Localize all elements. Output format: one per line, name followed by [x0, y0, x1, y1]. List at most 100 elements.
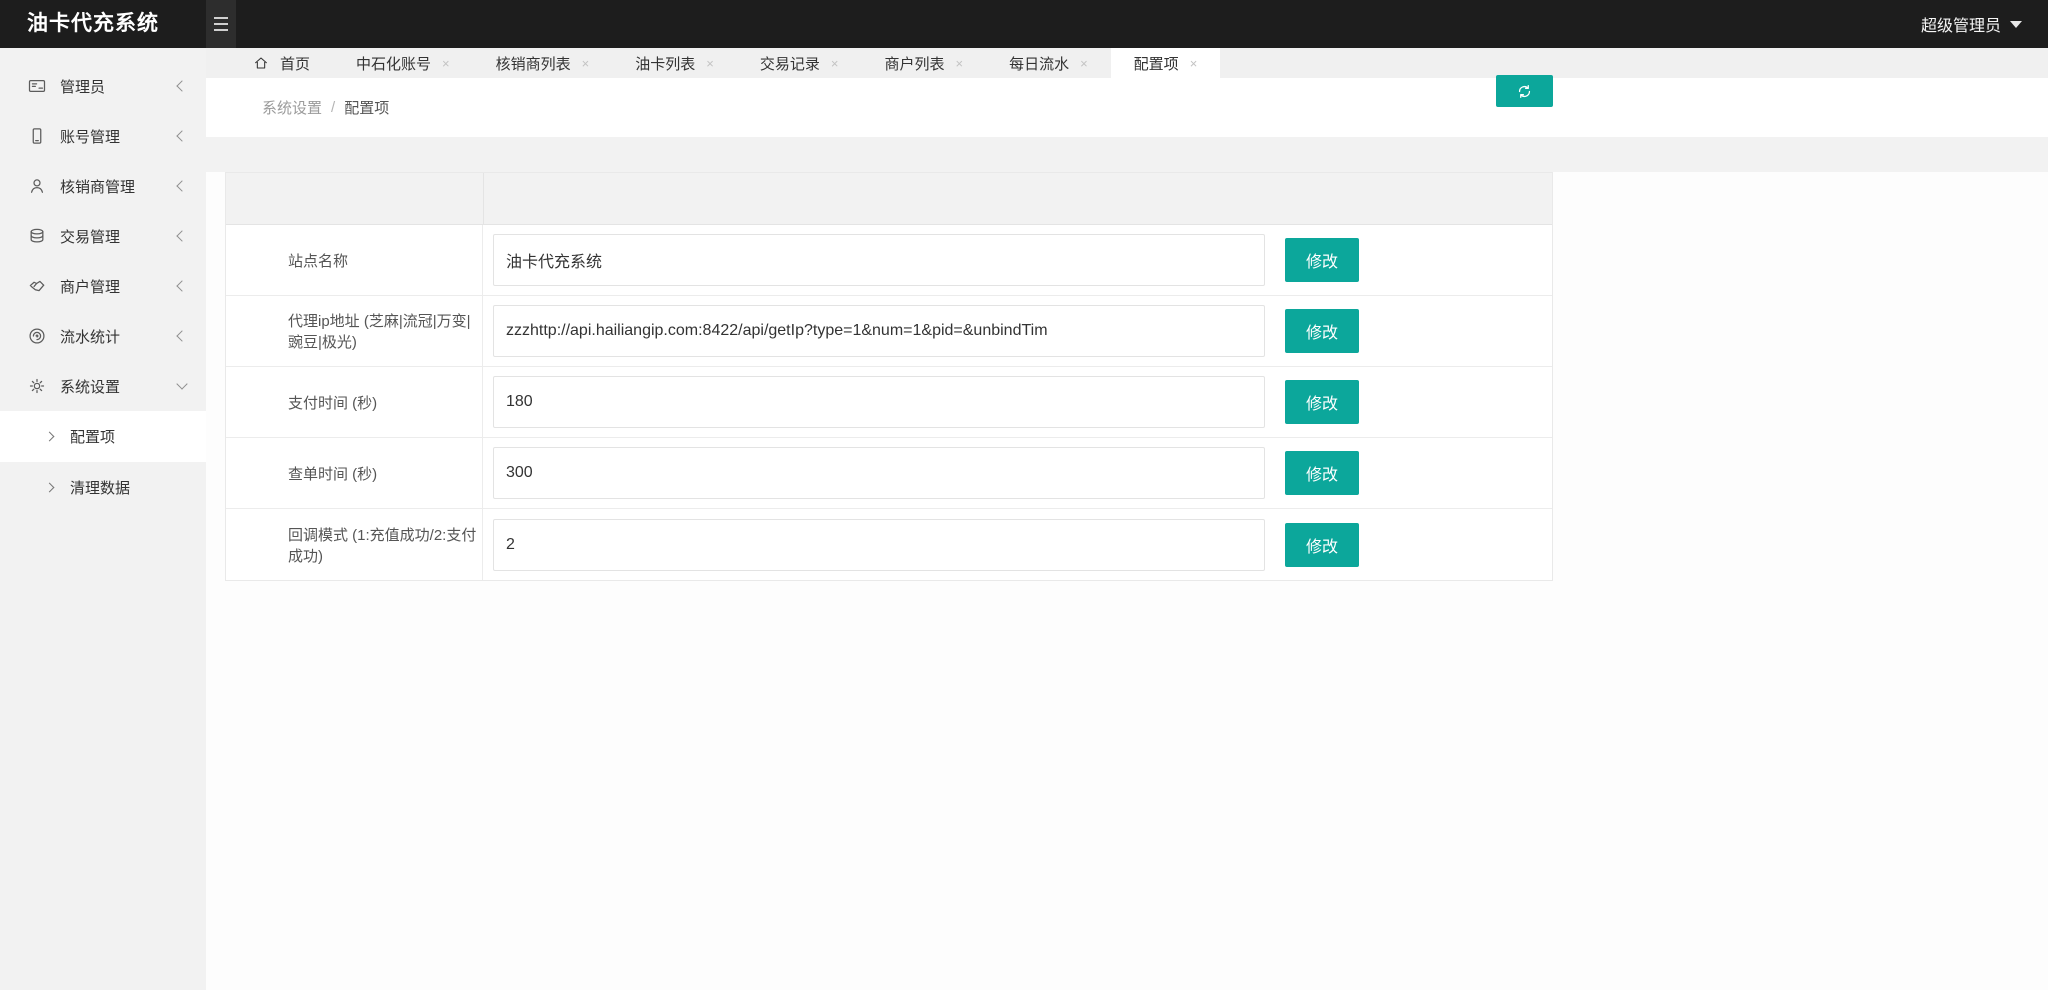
sidebar-subitem-config[interactable]: 配置项	[0, 411, 206, 462]
main-area: 首页 中石化账号 × 核销商列表 × 油卡列表 × 交易记录 × 商户列表 × …	[206, 48, 2048, 990]
tab-merchant-list[interactable]: 商户列表 ×	[861, 48, 986, 78]
config-label: 查单时间 (秒)	[226, 438, 483, 508]
home-icon	[254, 57, 268, 69]
sidebar-item-verifiers[interactable]: 核销商管理	[0, 161, 206, 211]
tab-label: 核销商列表	[495, 55, 571, 73]
chevron-left-icon	[176, 230, 188, 242]
user-icon	[30, 179, 44, 193]
config-value-cell: 修改	[483, 225, 1552, 295]
chevron-right-icon	[44, 482, 55, 493]
config-row-callback-mode: 回调模式 (1:充值成功/2:支付成功) 修改	[226, 509, 1552, 580]
tab-sinopec-accounts[interactable]: 中石化账号 ×	[333, 48, 473, 78]
modify-button[interactable]: 修改	[1285, 309, 1359, 353]
column-divider	[483, 173, 484, 224]
query-time-input[interactable]	[493, 447, 1265, 499]
tab-label: 首页	[280, 55, 311, 73]
chevron-left-icon	[176, 180, 188, 192]
tab-verifier-list[interactable]: 核销商列表 ×	[473, 48, 613, 78]
handshake-icon	[29, 280, 45, 292]
config-label: 站点名称	[226, 225, 483, 295]
tab-daily-flow[interactable]: 每日流水 ×	[986, 48, 1111, 78]
config-row-query-time: 查单时间 (秒) 修改	[226, 438, 1552, 509]
id-badge-icon	[28, 79, 46, 93]
app-title: 油卡代充系统	[27, 12, 159, 35]
sidebar-item-transactions[interactable]: 交易管理	[0, 211, 206, 261]
callback-mode-input[interactable]	[493, 518, 1265, 571]
sidebar-item-label: 交易管理	[60, 228, 121, 246]
sidebar-subitem-clean-data[interactable]: 清理数据	[0, 462, 206, 513]
tab-fuelcard-list[interactable]: 油卡列表 ×	[612, 48, 737, 78]
breadcrumb: 系统设置 / 配置项	[262, 78, 389, 137]
chevron-left-icon	[176, 280, 188, 292]
config-value-cell: 修改	[483, 438, 1552, 508]
config-row-site-name: 站点名称 修改	[226, 225, 1552, 296]
sidebar-item-accounts[interactable]: 账号管理	[0, 111, 206, 161]
gear-icon	[29, 378, 45, 394]
sidebar-item-admin[interactable]: 管理员	[0, 61, 206, 111]
tab-label: 油卡列表	[635, 55, 696, 73]
tab-bar: 首页 中石化账号 × 核销商列表 × 油卡列表 × 交易记录 × 商户列表 × …	[206, 48, 2048, 78]
user-name: 超级管理员	[1920, 18, 2001, 35]
modify-button[interactable]: 修改	[1285, 238, 1359, 282]
breadcrumb-section: 系统设置	[262, 100, 323, 117]
tab-label: 中石化账号	[356, 55, 432, 73]
close-icon[interactable]: ×	[706, 57, 714, 70]
database-icon	[30, 228, 44, 243]
tab-home[interactable]: 首页	[230, 48, 333, 78]
hamburger-icon	[214, 17, 228, 19]
sidebar-toggle-button[interactable]	[206, 0, 236, 48]
sidebar-item-merchants[interactable]: 商户管理	[0, 261, 206, 311]
modify-button[interactable]: 修改	[1285, 451, 1359, 495]
proxy-ip-input[interactable]	[493, 305, 1265, 357]
sidebar-item-label: 系统设置	[60, 378, 121, 396]
config-value-cell: 修改	[483, 509, 1552, 580]
config-row-pay-time: 支付时间 (秒) 修改	[226, 367, 1552, 438]
chevron-down-icon	[2010, 20, 2022, 28]
sidebar-subitem-label: 配置项	[70, 429, 116, 446]
close-icon[interactable]: ×	[831, 57, 839, 70]
sidebar-item-statistics[interactable]: 流水统计	[0, 311, 206, 361]
tab-label: 配置项	[1133, 55, 1179, 73]
close-icon[interactable]: ×	[582, 57, 590, 70]
config-value-cell: 修改	[483, 296, 1552, 366]
config-table-header	[226, 173, 1552, 225]
breadcrumb-current: 配置项	[344, 100, 390, 117]
sidebar: 管理员 账号管理 核销商管理 交易管理 商户管理 流水统计 系统设置 配置项 清…	[0, 48, 206, 990]
refresh-button[interactable]	[1496, 75, 1553, 107]
content-spacer	[206, 137, 2048, 172]
chevron-left-icon	[176, 130, 188, 142]
sidebar-item-label: 核销商管理	[60, 178, 136, 196]
sidebar-item-label: 流水统计	[60, 328, 121, 346]
tab-config-active[interactable]: 配置项 ×	[1110, 48, 1221, 78]
tab-label: 每日流水	[1009, 55, 1070, 73]
close-icon[interactable]: ×	[955, 57, 963, 70]
config-label: 支付时间 (秒)	[226, 367, 483, 437]
tab-transaction-records[interactable]: 交易记录 ×	[737, 48, 862, 78]
close-icon[interactable]: ×	[442, 57, 450, 70]
config-label: 代理ip地址 (芝麻|流冠|万变|豌豆|极光)	[226, 296, 483, 366]
sidebar-item-label: 商户管理	[60, 278, 121, 296]
config-row-proxy-ip: 代理ip地址 (芝麻|流冠|万变|豌豆|极光) 修改	[226, 296, 1552, 367]
config-table: 站点名称 修改 代理ip地址 (芝麻|流冠|万变|豌豆|极光) 修改 支付时间 …	[225, 172, 1553, 581]
chevron-down-icon	[176, 378, 188, 390]
sidebar-item-label: 账号管理	[60, 128, 121, 146]
config-label: 回调模式 (1:充值成功/2:支付成功)	[226, 509, 483, 580]
chevron-left-icon	[176, 330, 188, 342]
tab-label: 交易记录	[759, 55, 820, 73]
close-icon[interactable]: ×	[1080, 57, 1088, 70]
pay-time-input[interactable]	[493, 376, 1265, 428]
site-name-input[interactable]	[493, 234, 1265, 286]
sidebar-subitem-label: 清理数据	[70, 480, 131, 497]
refresh-icon	[1518, 84, 1531, 98]
sidebar-item-label: 管理员	[60, 78, 106, 96]
sidebar-item-system-settings[interactable]: 系统设置	[0, 361, 206, 411]
chevron-right-icon	[44, 431, 55, 442]
top-header: 油卡代充系统 超级管理员	[0, 0, 2048, 48]
tab-label: 商户列表	[884, 55, 945, 73]
chevron-left-icon	[176, 80, 188, 92]
user-dropdown[interactable]: 超级管理员	[1921, 0, 2022, 48]
modify-button[interactable]: 修改	[1285, 380, 1359, 424]
spiral-icon	[29, 328, 45, 344]
modify-button[interactable]: 修改	[1285, 522, 1359, 567]
close-icon[interactable]: ×	[1190, 57, 1198, 70]
